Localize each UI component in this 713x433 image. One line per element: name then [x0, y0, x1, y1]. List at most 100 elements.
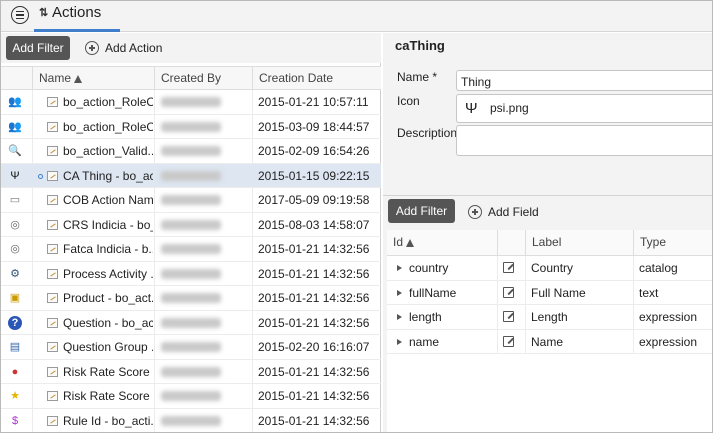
- expand-arrow-icon[interactable]: [397, 265, 402, 271]
- edit-pencil-icon[interactable]: [47, 391, 58, 401]
- column-header-edit: [497, 230, 525, 256]
- row-name: Process Activity ...: [63, 266, 153, 281]
- expand-arrow-icon[interactable]: [397, 289, 402, 296]
- row-created-by-redacted: [161, 219, 221, 230]
- field-type: expression: [639, 334, 698, 349]
- row-creation-date: 2015-01-21 14:32:56: [258, 364, 370, 379]
- name-field[interactable]: Thing: [456, 70, 712, 91]
- psi-icon: Ψ: [10, 169, 20, 182]
- edit-pencil-icon[interactable]: [47, 219, 58, 230]
- edit-pencil-icon[interactable]: [47, 293, 58, 303]
- field-label: Country: [531, 261, 574, 275]
- table-row[interactable]: ⚙ Process Activity ... 2015-01-21 14:32:56: [1, 262, 381, 286]
- edit-pencil-icon[interactable]: [47, 366, 58, 377]
- table-row[interactable]: Ψ CA Thing - bo_ac... 2015-01-15 09:22:15: [1, 163, 381, 188]
- detail-title: caThing: [395, 38, 445, 53]
- table-row[interactable]: ◎ CRS Indicia - bo_... 2015-08-03 14:58:07: [1, 213, 381, 237]
- icon-label: Icon: [397, 94, 420, 108]
- edit-pencil-icon[interactable]: [47, 121, 58, 132]
- column-header-creation-date[interactable]: Creation Date: [252, 67, 381, 91]
- row-name: Fatca Indicia - b...: [63, 242, 153, 256]
- psi-icon: Ψ: [465, 100, 478, 117]
- fingerprint-icon: ◎: [10, 243, 20, 255]
- field-label: Length: [531, 310, 568, 324]
- section-divider: [383, 195, 712, 196]
- edit-pencil-icon[interactable]: [47, 146, 58, 156]
- fingerprint-icon: ◎: [10, 218, 20, 231]
- tab-actions[interactable]: ⇅ Actions: [34, 1, 120, 32]
- add-action-button[interactable]: Add Action: [85, 41, 162, 55]
- add-filter-button[interactable]: Add Filter: [6, 36, 70, 60]
- column-header-label[interactable]: Label: [525, 230, 633, 256]
- add-field-button[interactable]: Add Field: [468, 205, 539, 219]
- field-row[interactable]: length Length expression: [387, 305, 712, 330]
- field-row[interactable]: country Country catalog: [387, 256, 712, 281]
- table-row[interactable]: ▣ Product - bo_act... 2015-01-21 14:32:56: [1, 286, 381, 311]
- edit-pencil-icon[interactable]: [47, 268, 58, 279]
- expand-arrow-icon[interactable]: [397, 314, 402, 320]
- table-row[interactable]: ● Risk Rate Score ... 2015-01-21 14:32:56: [1, 360, 381, 384]
- table-row[interactable]: 👥 bo_action_RoleO... 2015-01-21 10:57:11: [1, 90, 381, 115]
- table-row[interactable]: ◎ Fatca Indicia - b... 2015-01-21 14:32:56: [1, 237, 381, 262]
- edit-pencil-icon[interactable]: [47, 170, 58, 181]
- table-row[interactable]: 👥 bo_action_RoleO... 2015-03-09 18:44:57: [1, 115, 381, 139]
- row-created-by-redacted: [161, 121, 221, 132]
- field-row[interactable]: fullName Full Name text: [387, 281, 712, 305]
- grid-header: Name Created By Creation Date: [1, 66, 381, 91]
- row-name: CA Thing - bo_ac...: [63, 168, 153, 183]
- row-created-by-redacted: [161, 415, 221, 426]
- fields-add-filter-button[interactable]: Add Filter: [388, 199, 455, 223]
- description-field[interactable]: [456, 125, 712, 156]
- table-row[interactable]: ? Question - bo_ac... 2015-01-21 14:32:56: [1, 311, 381, 335]
- icon-value: psi.png: [490, 101, 529, 115]
- row-creation-date: 2015-01-21 14:32:56: [258, 413, 370, 428]
- row-creation-date: 2015-01-21 14:32:56: [258, 291, 370, 305]
- edit-icon[interactable]: [503, 286, 514, 298]
- row-created-by-redacted: [161, 268, 221, 279]
- table-row[interactable]: ★ Risk Rate Score ... 2015-01-21 14:32:56: [1, 384, 381, 409]
- row-name: Rule Id - bo_acti...: [63, 413, 153, 428]
- edit-pencil-icon[interactable]: [47, 342, 58, 352]
- edit-pencil-icon[interactable]: [47, 317, 58, 328]
- action-detail-panel: caThing Name * Thing Icon Ψ psi.png Desc…: [383, 33, 712, 432]
- column-header-created-by[interactable]: Created By: [154, 67, 252, 91]
- add-field-label: Add Field: [488, 205, 539, 219]
- column-header-type[interactable]: Type: [633, 230, 712, 256]
- fields-grid: Id Label Type country Country catalog fullN…: [387, 230, 712, 432]
- sort-ascending-icon: [406, 239, 415, 247]
- column-header-name[interactable]: Name: [32, 67, 154, 91]
- row-created-by-redacted: [161, 342, 221, 352]
- table-row[interactable]: 🔍 bo_action_Valid... 2015-02-09 16:54:26: [1, 139, 381, 164]
- expand-arrow-icon[interactable]: [397, 338, 402, 345]
- edit-icon[interactable]: [503, 335, 514, 347]
- row-creation-date: 2015-08-03 14:58:07: [258, 217, 370, 232]
- table-row[interactable]: ▤ Question Group ... 2015-02-20 16:16:07: [1, 335, 381, 360]
- icon-field[interactable]: Ψ psi.png: [456, 94, 712, 123]
- traffic-light-icon: ●: [11, 365, 19, 378]
- row-created-by-redacted: [161, 366, 221, 377]
- edit-pencil-icon[interactable]: [47, 244, 58, 254]
- edit-icon[interactable]: [503, 262, 514, 273]
- table-row[interactable]: ▭ COB Action Nam... 2017-05-09 09:19:58: [1, 188, 381, 213]
- actions-grid-body: 👥 bo_action_RoleO... 2015-01-21 10:57:11 👥 b…: [1, 90, 381, 433]
- field-id: fullName: [409, 285, 457, 300]
- row-creation-date: 2015-03-09 18:44:57: [258, 119, 370, 134]
- row-created-by-redacted: [161, 293, 221, 303]
- row-name: Risk Rate Score ...: [63, 364, 153, 379]
- edit-pencil-icon[interactable]: [47, 195, 58, 205]
- fields-grid-header: Id Label Type: [387, 230, 712, 256]
- star-icon: ★: [10, 390, 20, 402]
- row-creation-date: 2015-01-21 10:57:11: [258, 95, 369, 109]
- table-row[interactable]: $ Rule Id - bo_acti... 2015-01-21 14:32:56: [1, 409, 381, 433]
- edit-pencil-icon[interactable]: [47, 415, 58, 426]
- menu-icon[interactable]: [11, 6, 29, 24]
- field-type: catalog: [639, 261, 678, 275]
- row-creation-date: 2015-01-21 14:32:56: [258, 266, 370, 281]
- edit-icon[interactable]: [503, 311, 514, 322]
- edit-pencil-icon[interactable]: [47, 97, 58, 107]
- row-creation-date: 2015-02-20 16:16:07: [258, 340, 370, 354]
- column-header-id[interactable]: Id: [387, 230, 497, 256]
- swap-arrows-icon: ⇅: [39, 7, 49, 19]
- plus-circle-icon: [468, 205, 482, 219]
- field-row[interactable]: name Name expression: [387, 330, 712, 354]
